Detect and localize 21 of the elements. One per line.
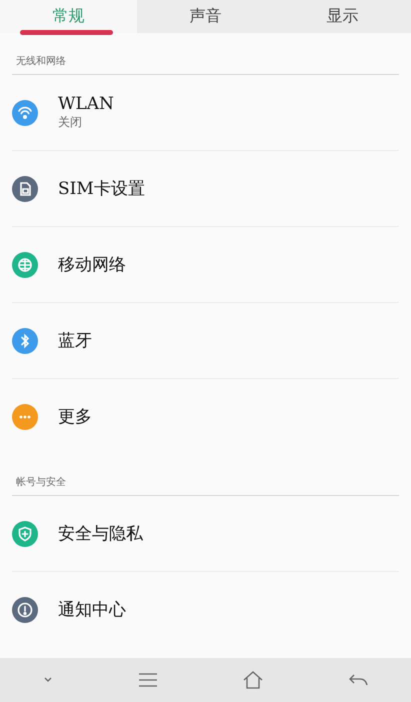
setting-label: 蓝牙 [58, 330, 92, 352]
menu-icon[interactable] [138, 673, 158, 687]
setting-label: 更多 [58, 406, 92, 428]
setting-label: 移动网络 [58, 254, 126, 276]
setting-label: WLAN [58, 94, 114, 114]
settings-row[interactable]: 更多 [12, 379, 399, 454]
setting-label: SIM卡设置 [58, 178, 145, 200]
settings-row[interactable]: 通知中心 [12, 572, 399, 647]
setting-label: 通知中心 [58, 599, 126, 621]
settings-row[interactable]: 安全与隐私 [12, 496, 399, 572]
settings-row[interactable]: SIM卡设置 [12, 151, 399, 227]
home-icon[interactable] [243, 671, 264, 689]
settings-row[interactable]: 移动网络 [12, 227, 399, 303]
settings-row[interactable]: WLAN 关闭 [12, 75, 399, 151]
setting-label: 安全与隐私 [58, 523, 143, 545]
section-title: 帐号与安全 [16, 477, 66, 488]
settings-row[interactable]: 蓝牙 [12, 303, 399, 379]
setting-status: 关闭 [58, 114, 83, 131]
back-icon[interactable] [348, 673, 368, 687]
section-title: 无线和网络 [16, 56, 66, 67]
chevron-down-icon[interactable] [42, 676, 53, 684]
